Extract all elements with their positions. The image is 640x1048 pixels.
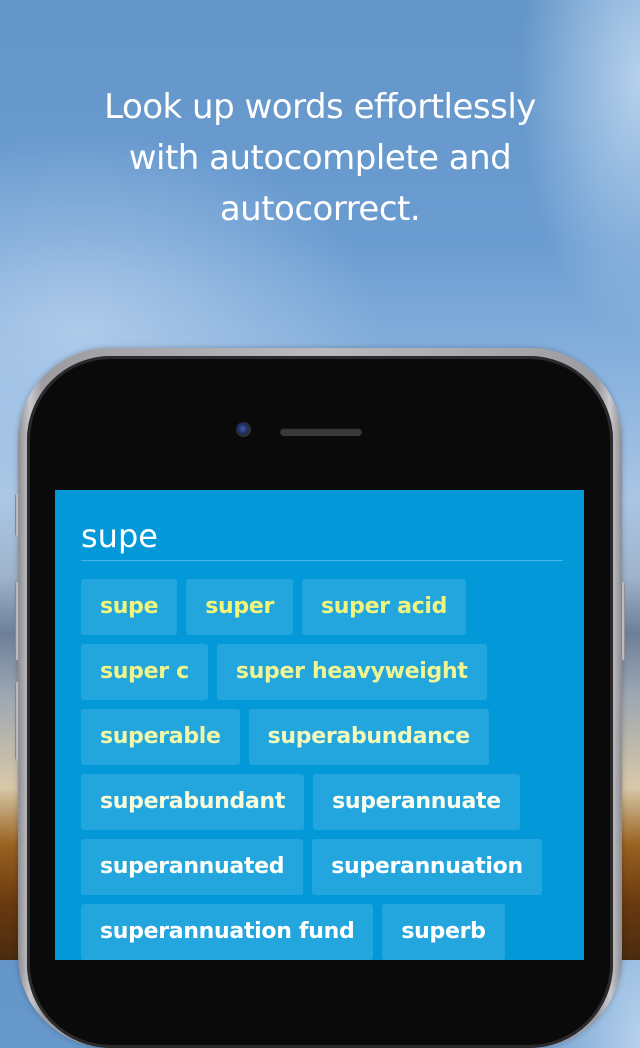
suggestion-chip[interactable]: superannuated [81, 839, 304, 895]
suggestion-list: supe super super acid super c super heavywei… [81, 579, 571, 960]
headline-line-2: with autocomplete and [128, 138, 512, 178]
search-input[interactable] [81, 512, 563, 561]
mute-switch [15, 494, 19, 536]
suggestion-chip[interactable]: super acid [302, 579, 467, 635]
suggestion-chip[interactable]: superb [382, 904, 505, 960]
suggestion-chip[interactable]: super [186, 579, 294, 635]
suggestion-chip[interactable]: superannuation fund [81, 904, 374, 960]
suggestion-chip[interactable]: super c [81, 644, 208, 700]
suggestion-chip[interactable]: superable [81, 709, 240, 765]
suggestion-chip[interactable]: super heavyweight [216, 644, 487, 700]
power-button [621, 582, 625, 660]
volume-down-button [15, 682, 19, 760]
front-camera-icon [236, 422, 251, 437]
headline-line-1: Look up words effortlessly [104, 87, 536, 127]
suggestion-chip[interactable]: superannuate [313, 774, 520, 830]
promo-headline: Look up words effortlessly with autocomp… [0, 82, 640, 235]
suggestion-chip[interactable]: superannuation [312, 839, 542, 895]
suggestion-chip[interactable]: superabundance [248, 709, 489, 765]
app-screen: supesupersuper acid super csuper heavywei… [55, 490, 584, 960]
headline-line-3: autocorrect. [219, 189, 421, 229]
suggestion-chip[interactable]: supe [81, 579, 178, 635]
earpiece-speaker [280, 428, 362, 436]
volume-up-button [15, 582, 19, 660]
suggestion-chip[interactable]: superabundant [81, 774, 305, 830]
